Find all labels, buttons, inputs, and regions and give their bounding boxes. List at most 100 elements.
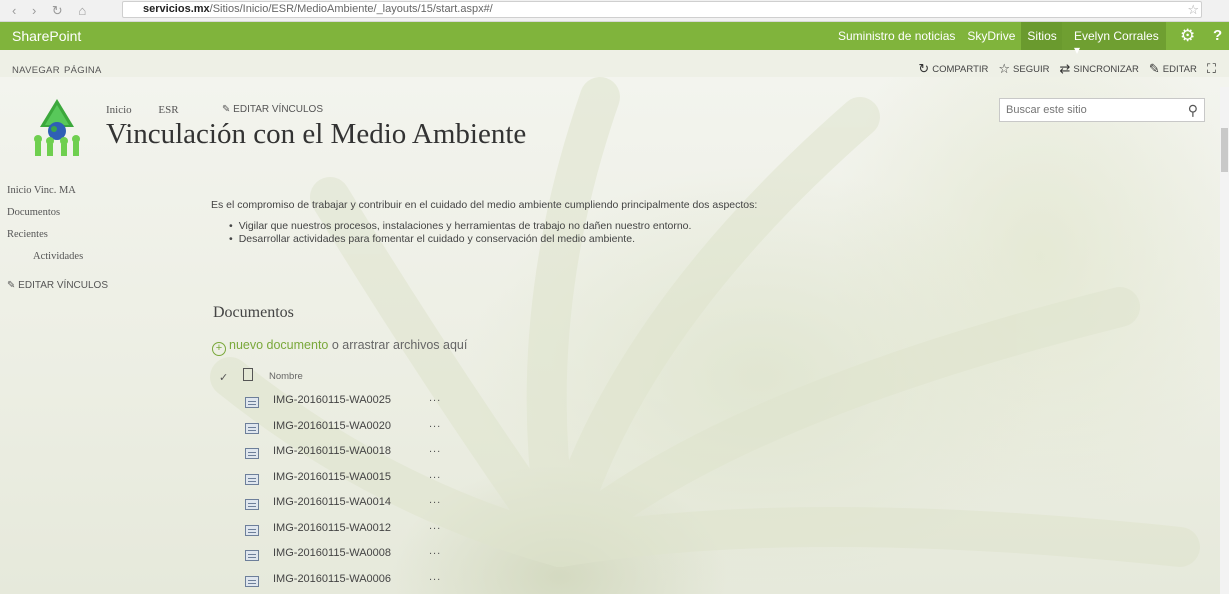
- document-name[interactable]: IMG-20160115-WA0008: [273, 547, 429, 559]
- star-icon: ☆: [998, 61, 1011, 76]
- breadcrumb-inicio[interactable]: Inicio: [106, 104, 132, 116]
- pencil-icon: ✎: [1148, 61, 1160, 76]
- select-all-check-icon[interactable]: ✓: [219, 371, 228, 384]
- document-name[interactable]: IMG-20160115-WA0014: [273, 496, 429, 508]
- ribbon-actions: ↻ COMPARTIR ☆ SEGUIR ⇄ SINCRONIZAR ✎ EDITAR …: [908, 61, 1219, 77]
- intro-text: Es el compromiso de trabajar y contribui…: [211, 199, 758, 211]
- sync-label: SINCRONIZAR: [1073, 63, 1139, 75]
- image-file-icon: [245, 397, 259, 408]
- more-options-button[interactable]: ...: [429, 494, 441, 506]
- site-logo[interactable]: [30, 97, 84, 159]
- new-document-link[interactable]: nuevo documento: [229, 338, 328, 352]
- more-options-button[interactable]: ...: [429, 392, 441, 404]
- bookmark-star-icon[interactable]: ☆: [1187, 2, 1199, 18]
- tab-pagina[interactable]: PÁGINA: [64, 65, 102, 76]
- breadcrumb-esr[interactable]: ESR: [158, 104, 178, 116]
- document-name[interactable]: IMG-20160115-WA0012: [273, 522, 429, 534]
- tab-navegar[interactable]: NAVEGAR: [12, 65, 60, 76]
- url-domain: servicios.mx: [143, 3, 210, 15]
- url-path: /Sitios/Inicio/ESR/MedioAmbiente/_layout…: [209, 3, 493, 15]
- nav-item-documentos[interactable]: Documentos: [7, 206, 187, 228]
- image-file-icon: [245, 499, 259, 510]
- document-row[interactable]: IMG-20160115-WA0018 ...: [245, 443, 441, 471]
- file-type-icon: [243, 368, 253, 381]
- image-file-icon: [245, 448, 259, 459]
- document-row[interactable]: IMG-20160115-WA0020 ...: [245, 418, 441, 446]
- document-name[interactable]: IMG-20160115-WA0025: [273, 394, 429, 406]
- image-file-icon: [245, 524, 259, 536]
- more-options-button[interactable]: ...: [429, 443, 441, 455]
- browser-toolbar: ‹ › ↻ ⌂ servicios.mx/Sitios/Inicio/ESR/M…: [0, 0, 1229, 22]
- document-name[interactable]: IMG-20160115-WA0006: [273, 573, 429, 585]
- document-row[interactable]: IMG-20160115-WA0025 ...: [245, 392, 441, 420]
- more-options-button[interactable]: ...: [429, 571, 441, 583]
- plus-circle-icon[interactable]: +: [212, 342, 226, 356]
- document-name[interactable]: IMG-20160115-WA0018: [273, 445, 429, 457]
- nav-item-recientes[interactable]: Recientes: [7, 228, 187, 250]
- more-options-button[interactable]: ...: [429, 520, 441, 532]
- follow-button[interactable]: ☆ SEGUIR: [998, 61, 1049, 77]
- more-options-button[interactable]: ...: [429, 418, 441, 430]
- share-button[interactable]: ↻ COMPARTIR: [918, 61, 988, 77]
- nav-item-inicio-vinc[interactable]: Inicio Vinc. MA: [7, 184, 187, 206]
- scrollbar-thumb[interactable]: [1221, 128, 1228, 172]
- focus-icon: ⛶: [1206, 61, 1216, 76]
- column-header-nombre[interactable]: Nombre: [269, 371, 303, 382]
- search-icon[interactable]: ⚲: [1188, 102, 1198, 119]
- page-title: Vinculación con el Medio Ambiente: [106, 118, 527, 150]
- edit-links-nav-label: EDITAR VÍNCULOS: [18, 280, 109, 291]
- left-navigation: Inicio Vinc. MA Documentos Recientes Act…: [7, 184, 187, 291]
- more-options-button[interactable]: ...: [429, 545, 441, 557]
- sync-icon: ⇄: [1059, 61, 1071, 76]
- edit-button[interactable]: ✎ EDITAR: [1149, 61, 1197, 77]
- document-row[interactable]: IMG-20160115-WA0008 ...: [245, 545, 441, 573]
- image-file-icon: [245, 550, 259, 561]
- documents-title[interactable]: Documentos: [213, 304, 294, 322]
- document-row[interactable]: IMG-20160115-WA0015 ...: [245, 469, 441, 497]
- documents-list: IMG-20160115-WA0025 ... IMG-20160115-WA0…: [245, 392, 441, 594]
- search-input[interactable]: [1000, 99, 1180, 121]
- search-box: ⚲: [999, 98, 1205, 122]
- document-name[interactable]: IMG-20160115-WA0015: [273, 471, 429, 483]
- edit-label: EDITAR: [1162, 63, 1197, 75]
- edit-links-top-label: EDITAR VÍNCULOS: [233, 104, 324, 115]
- sync-button[interactable]: ⇄ SINCRONIZAR: [1059, 61, 1138, 77]
- suite-links: Suministro de noticias SkyDrive Sitios: [838, 22, 1075, 50]
- more-options-button[interactable]: ...: [429, 469, 441, 481]
- focus-button[interactable]: ⛶: [1207, 61, 1219, 77]
- document-name[interactable]: IMG-20160115-WA0020: [273, 420, 429, 432]
- pencil-icon: ✎: [7, 280, 16, 291]
- ribbon: NAVEGAR PÁGINA ↻ COMPARTIR ☆ SEGUIR ⇄ SINCR…: [0, 50, 1229, 87]
- main-content: Es el compromiso de trabajar y contribui…: [211, 199, 1171, 246]
- browser-nav-buttons[interactable]: ‹ › ↻ ⌂: [12, 3, 92, 19]
- bullet-list: Vigilar que nuestros procesos, instalaci…: [229, 220, 1171, 246]
- document-row[interactable]: IMG-20160115-WA0014 ...: [245, 494, 441, 522]
- new-document-row: + nuevo documento o arrastrar archivos aq…: [212, 338, 467, 356]
- gear-icon[interactable]: ⚙: [1180, 26, 1195, 46]
- address-bar[interactable]: servicios.mx/Sitios/Inicio/ESR/MedioAmbi…: [122, 1, 1202, 18]
- edit-links-nav-button[interactable]: ✎ EDITAR VÍNCULOS: [7, 280, 187, 291]
- help-icon[interactable]: ?: [1213, 27, 1222, 44]
- image-file-icon: [245, 575, 259, 587]
- follow-label: SEGUIR: [1013, 63, 1050, 75]
- suite-link-sites[interactable]: Sitios: [1021, 22, 1063, 50]
- breadcrumb: Inicio ESR: [106, 104, 203, 116]
- drag-files-hint: o arrastrar archivos aquí: [328, 338, 468, 352]
- share-icon: ↻: [918, 61, 930, 76]
- user-menu[interactable]: Evelyn Corrales ▾: [1062, 22, 1166, 57]
- image-file-icon: [245, 473, 259, 485]
- document-row[interactable]: IMG-20160115-WA0006 ...: [245, 571, 441, 594]
- image-file-icon: [245, 422, 259, 434]
- nav-item-actividades[interactable]: Actividades: [33, 250, 187, 272]
- share-label: COMPARTIR: [932, 63, 989, 75]
- edit-links-top-button[interactable]: ✎ EDITAR VÍNCULOS: [222, 104, 323, 115]
- document-row[interactable]: IMG-20160115-WA0012 ...: [245, 520, 441, 548]
- suite-link-newsfeed[interactable]: Suministro de noticias: [838, 29, 955, 43]
- suite-link-skydrive[interactable]: SkyDrive: [967, 29, 1015, 43]
- suite-bar: SharePoint Suministro de noticias SkyDri…: [0, 22, 1229, 57]
- bullet-item: Desarrollar actividades para fomentar el…: [229, 233, 1171, 246]
- pencil-icon: ✎: [222, 104, 231, 115]
- background-image: [0, 77, 1229, 594]
- sharepoint-brand[interactable]: SharePoint: [12, 28, 81, 44]
- bullet-item: Vigilar que nuestros procesos, instalaci…: [229, 220, 1171, 233]
